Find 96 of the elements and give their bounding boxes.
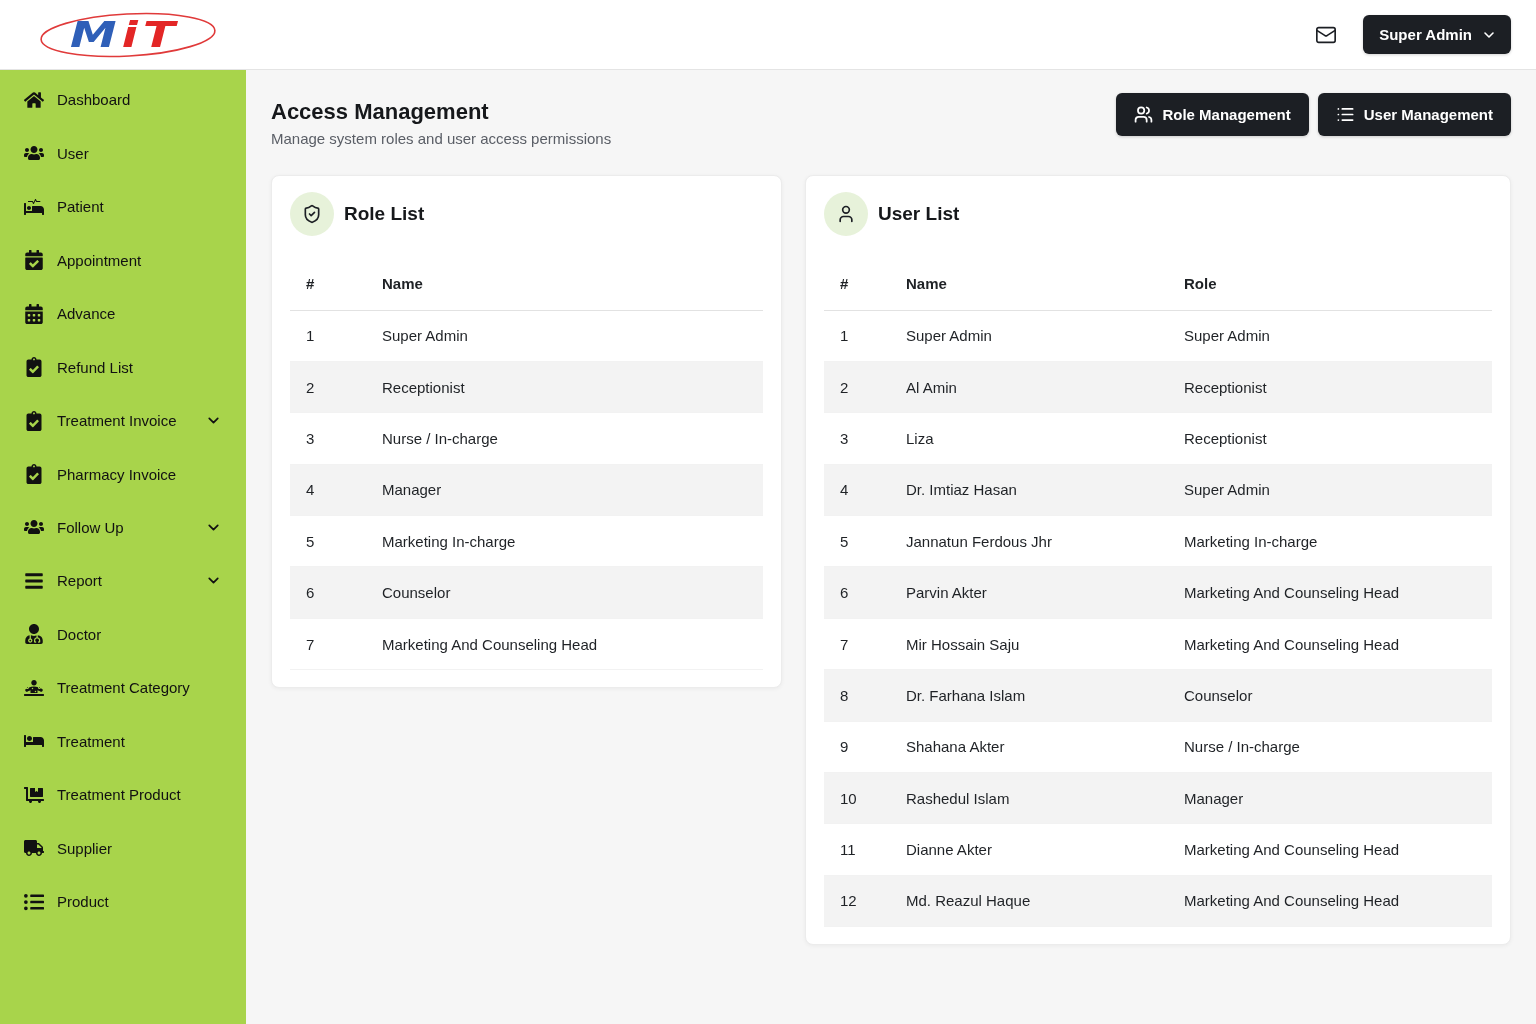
sidebar-link[interactable]: Doctor bbox=[0, 607, 246, 662]
table-cell: 8 bbox=[824, 669, 890, 722]
table-cell: 4 bbox=[290, 464, 366, 516]
action-button[interactable]: Role Management bbox=[1116, 93, 1309, 136]
table-cell: Manager bbox=[1168, 772, 1492, 824]
user-icon bbox=[824, 192, 868, 236]
table-cell: Nurse / In-charge bbox=[366, 412, 763, 465]
table-cell: Nurse / In-charge bbox=[1168, 721, 1492, 773]
table-cell: 12 bbox=[824, 875, 890, 927]
table-cell: 3 bbox=[290, 412, 366, 465]
table-cell: Dr. Farhana Islam bbox=[890, 669, 1168, 722]
table-cell: Super Admin bbox=[1168, 310, 1492, 362]
list-icon bbox=[1335, 105, 1355, 124]
sidebar-link[interactable]: Report bbox=[0, 554, 246, 608]
house-icon bbox=[24, 89, 44, 110]
table-cell: Rashedul Islam bbox=[890, 772, 1168, 824]
table-cell: 6 bbox=[290, 566, 366, 619]
list-icon bbox=[24, 891, 44, 912]
table-cell: Parvin Akter bbox=[890, 566, 1168, 619]
table-cell: Counselor bbox=[1168, 669, 1492, 722]
column-header: # bbox=[824, 257, 890, 310]
table-cell: 9 bbox=[824, 721, 890, 773]
column-header: Name bbox=[890, 257, 1168, 310]
clipboard-check-icon bbox=[24, 410, 44, 431]
table-cell: Marketing And Counseling Head bbox=[366, 618, 763, 670]
table-cell: Marketing And Counseling Head bbox=[1168, 875, 1492, 927]
table-cell: Super Admin bbox=[890, 310, 1168, 362]
clipboard-check-icon bbox=[24, 357, 44, 378]
table-cell: 5 bbox=[824, 515, 890, 567]
table-cell: 5 bbox=[290, 515, 366, 567]
page-title: Access Management bbox=[271, 98, 490, 126]
table-cell: 10 bbox=[824, 772, 890, 824]
table-cell: 3 bbox=[824, 412, 890, 465]
table-cell: 7 bbox=[290, 618, 366, 670]
table-cell: Receptionist bbox=[366, 361, 763, 413]
action-button[interactable]: User Management bbox=[1317, 93, 1511, 136]
sidebar-link[interactable]: Treatment Category bbox=[0, 661, 246, 715]
card-title: Role List bbox=[344, 203, 425, 225]
table-cell: Marketing And Counseling Head bbox=[1168, 618, 1492, 670]
table-cell: 1 bbox=[290, 310, 366, 362]
sidebar-link[interactable]: Dashboard bbox=[0, 73, 246, 127]
table-cell: Receptionist bbox=[1168, 361, 1492, 413]
sidebar-link[interactable]: Follow Up bbox=[0, 500, 246, 555]
person-at-table-icon bbox=[24, 677, 44, 698]
sidebar-link[interactable]: Pharmacy Invoice bbox=[0, 447, 246, 501]
table-cell: Counselor bbox=[366, 566, 763, 619]
table-cell: 6 bbox=[824, 566, 890, 619]
table-cell: Super Admin bbox=[366, 310, 763, 362]
sidebar-link[interactable]: User bbox=[0, 126, 246, 180]
table-cell: 2 bbox=[290, 361, 366, 413]
doctor-icon bbox=[24, 624, 44, 645]
calendar-icon bbox=[24, 303, 44, 324]
table-cell: Super Admin bbox=[1168, 464, 1492, 516]
table-cell: Marketing In-charge bbox=[1168, 515, 1492, 567]
sidebar-link[interactable]: Product bbox=[0, 875, 246, 929]
sidebar-link[interactable]: Patient bbox=[0, 179, 246, 234]
table-cell: Manager bbox=[366, 464, 763, 516]
calendar-check-icon bbox=[24, 250, 44, 271]
table-cell: Marketing And Counseling Head bbox=[1168, 566, 1492, 619]
table-cell: Jannatun Ferdous Jhr bbox=[890, 515, 1168, 567]
clipboard-check-icon bbox=[24, 464, 44, 484]
table-cell: 11 bbox=[824, 823, 890, 876]
table-cell: 4 bbox=[824, 464, 890, 516]
user-menu-button[interactable]: Super Admin bbox=[1363, 15, 1511, 54]
table-cell: Dianne Akter bbox=[890, 823, 1168, 876]
column-header: Role bbox=[1168, 257, 1492, 310]
table-cell: Dr. Imtiaz Hasan bbox=[890, 464, 1168, 516]
sidebar-link[interactable]: Appointment bbox=[0, 233, 246, 287]
sidebar-link[interactable]: Refund List bbox=[0, 340, 246, 394]
table-cell: Shahana Akter bbox=[890, 721, 1168, 773]
column-header: # bbox=[290, 257, 366, 310]
cart-icon bbox=[24, 784, 44, 805]
patient-bed-icon bbox=[24, 196, 44, 217]
table-cell: Marketing In-charge bbox=[366, 515, 763, 567]
table-cell: Liza bbox=[890, 412, 1168, 465]
table-cell: Mir Hossain Saju bbox=[890, 618, 1168, 670]
users-icon bbox=[1134, 105, 1154, 124]
sidebar-link[interactable]: Treatment Invoice bbox=[0, 393, 246, 448]
sidebar-link[interactable]: Advance bbox=[0, 286, 246, 341]
sidebar-link[interactable]: Supplier bbox=[0, 821, 246, 876]
table-cell: 7 bbox=[824, 618, 890, 670]
page-subtitle: Manage system roles and user access permissions bbox=[271, 130, 612, 148]
table-cell: 2 bbox=[824, 361, 890, 413]
shield-check-icon bbox=[290, 192, 334, 236]
table-cell: Al Amin bbox=[890, 361, 1168, 413]
column-header: Name bbox=[366, 257, 763, 310]
sidebar-link[interactable]: Treatment Product bbox=[0, 768, 246, 822]
card-title: User List bbox=[878, 203, 960, 225]
table-cell: Receptionist bbox=[1168, 412, 1492, 465]
table-cell: 1 bbox=[824, 310, 890, 362]
sidebar-link[interactable]: Treatment bbox=[0, 714, 246, 769]
table-cell: Marketing And Counseling Head bbox=[1168, 823, 1492, 876]
truck-icon bbox=[24, 838, 44, 859]
table-cell: Md. Reazul Haque bbox=[890, 875, 1168, 927]
menu-icon bbox=[24, 570, 44, 591]
brand-logo: MiT bbox=[38, 10, 218, 59]
